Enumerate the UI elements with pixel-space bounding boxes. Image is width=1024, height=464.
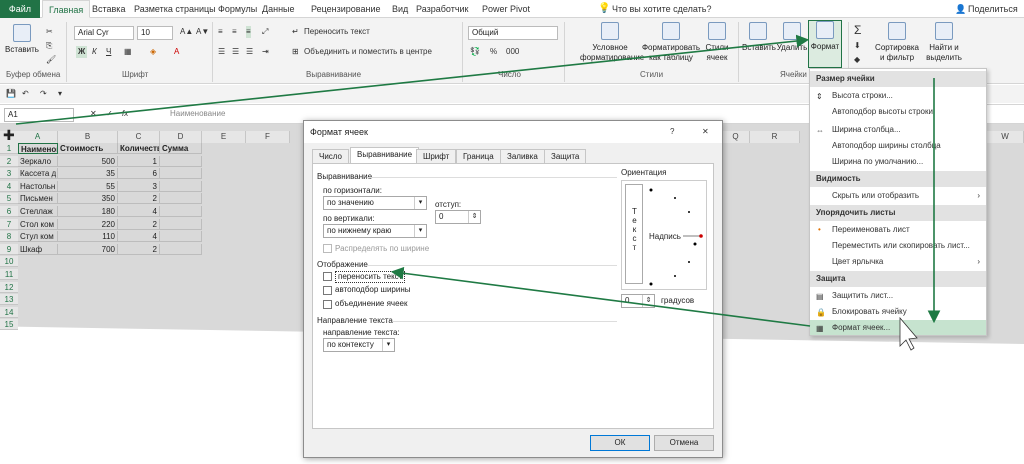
mouse-pointer-icon [899,316,918,351]
arrow-to-wrap-text [390,266,811,327]
annotation-arrows [15,34,941,351]
arrow-to-format [15,34,810,125]
